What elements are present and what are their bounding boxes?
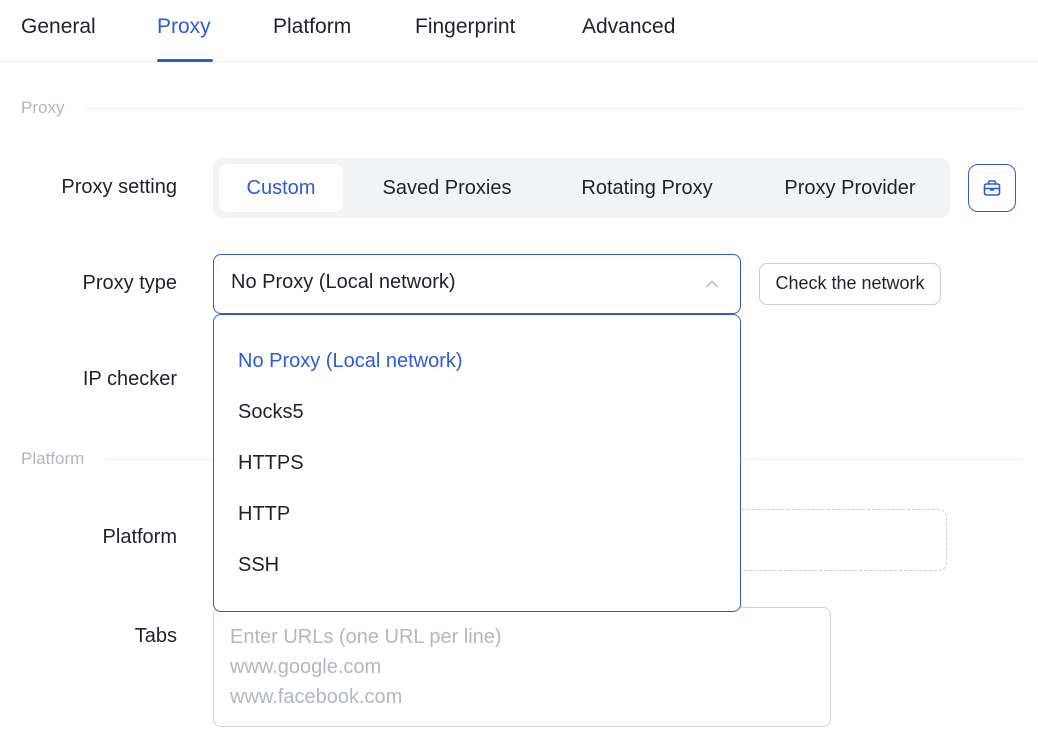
segment-saved-proxies[interactable]: Saved Proxies [363, 164, 531, 212]
proxy-type-label: Proxy type [82, 272, 177, 294]
tab-fingerprint[interactable]: Fingerprint [415, 15, 515, 39]
tab-bar: General Proxy Platform Fingerprint Advan… [0, 0, 1038, 62]
ip-checker-label: IP checker [82, 368, 177, 390]
check-network-button[interactable]: Check the network [759, 263, 941, 305]
option-no-proxy[interactable]: No Proxy (Local network) [214, 336, 740, 387]
chevron-up-icon [706, 280, 718, 288]
proxy-type-value: No Proxy (Local network) [231, 271, 456, 293]
tabs-label: Tabs [134, 625, 177, 647]
section-proxy: Proxy [21, 98, 1023, 118]
active-tab-indicator [157, 59, 213, 62]
option-ssh[interactable]: SSH [214, 540, 740, 591]
proxy-shop-button[interactable] [968, 164, 1016, 212]
tab-advanced[interactable]: Advanced [582, 15, 675, 39]
proxy-type-select[interactable]: No Proxy (Local network) [213, 254, 741, 314]
option-https[interactable]: HTTPS [214, 438, 740, 489]
shopping-bag-icon [983, 180, 1001, 196]
tab-platform[interactable]: Platform [273, 15, 351, 39]
segment-rotating-proxy[interactable]: Rotating Proxy [557, 164, 737, 212]
proxy-setting-label: Proxy setting [61, 176, 177, 198]
proxy-type-dropdown: No Proxy (Local network) Socks5 HTTPS HT… [213, 314, 741, 612]
section-proxy-title: Proxy [21, 98, 65, 117]
divider [86, 107, 1023, 109]
tabs-url-textarea[interactable]: Enter URLs (one URL per line) www.google… [213, 607, 831, 727]
proxy-setting-segmented-control: Custom Saved Proxies Rotating Proxy Prox… [213, 158, 950, 218]
option-socks5[interactable]: Socks5 [214, 387, 740, 438]
tab-proxy[interactable]: Proxy [157, 15, 211, 39]
section-platform-title: Platform [21, 449, 85, 468]
segment-proxy-provider[interactable]: Proxy Provider [761, 164, 939, 212]
platform-label: Platform [102, 526, 177, 548]
tab-general[interactable]: General [21, 15, 96, 39]
segment-custom[interactable]: Custom [219, 164, 343, 212]
option-http[interactable]: HTTP [214, 489, 740, 540]
